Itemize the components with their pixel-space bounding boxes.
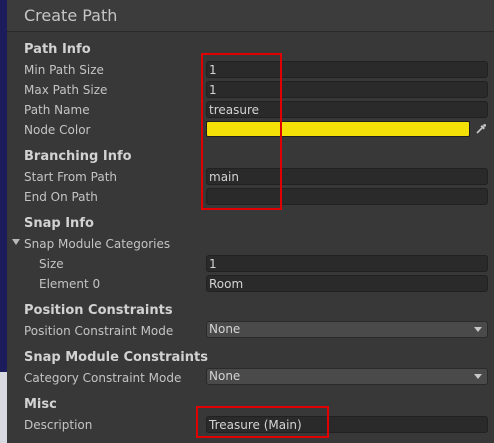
title-bar: Create Path <box>7 0 494 32</box>
category-constraint-mode-dropdown[interactable]: None <box>206 368 488 385</box>
misc-header: Misc <box>24 397 57 412</box>
background-window-edge <box>0 0 7 372</box>
position-constraint-mode-dropdown[interactable]: None <box>206 321 488 338</box>
category-constraint-mode-label: Category Constraint Mode <box>24 371 182 385</box>
chevron-down-icon <box>474 374 482 379</box>
highlight-box-description <box>196 406 329 438</box>
snap-info-header: Snap Info <box>24 216 94 231</box>
window-title: Create Path <box>24 6 118 25</box>
path-info-header: Path Info <box>24 42 91 57</box>
snap-module-constraints-header: Snap Module Constraints <box>24 350 208 365</box>
node-color-label: Node Color <box>24 123 91 137</box>
eyedropper-icon[interactable] <box>473 121 489 137</box>
position-constraint-mode-label: Position Constraint Mode <box>24 324 174 338</box>
highlight-box-path-fields <box>201 53 282 210</box>
chevron-down-icon <box>474 327 482 332</box>
background-window-edge-lower <box>0 372 7 443</box>
element-0-label: Element 0 <box>39 277 101 291</box>
description-label: Description <box>24 418 93 432</box>
categories-size-label: Size <box>39 257 64 271</box>
foldout-arrow-icon[interactable] <box>12 239 20 245</box>
end-on-path-label: End On Path <box>24 190 98 204</box>
position-constraints-header: Position Constraints <box>24 303 173 318</box>
max-path-size-label: Max Path Size <box>24 83 108 97</box>
branching-info-header: Branching Info <box>24 149 132 164</box>
create-path-panel: Create Path Path Info Min Path Size 1 Ma… <box>7 0 494 443</box>
start-from-path-label: Start From Path <box>24 170 118 184</box>
element-0-input[interactable]: Room <box>206 275 488 292</box>
min-path-size-label: Min Path Size <box>24 63 104 77</box>
categories-size-input[interactable]: 1 <box>206 255 488 272</box>
position-constraint-mode-value: None <box>209 322 241 336</box>
category-constraint-mode-value: None <box>209 369 241 383</box>
path-name-label: Path Name <box>24 103 90 117</box>
snap-module-categories-foldout[interactable]: Snap Module Categories <box>24 237 170 251</box>
